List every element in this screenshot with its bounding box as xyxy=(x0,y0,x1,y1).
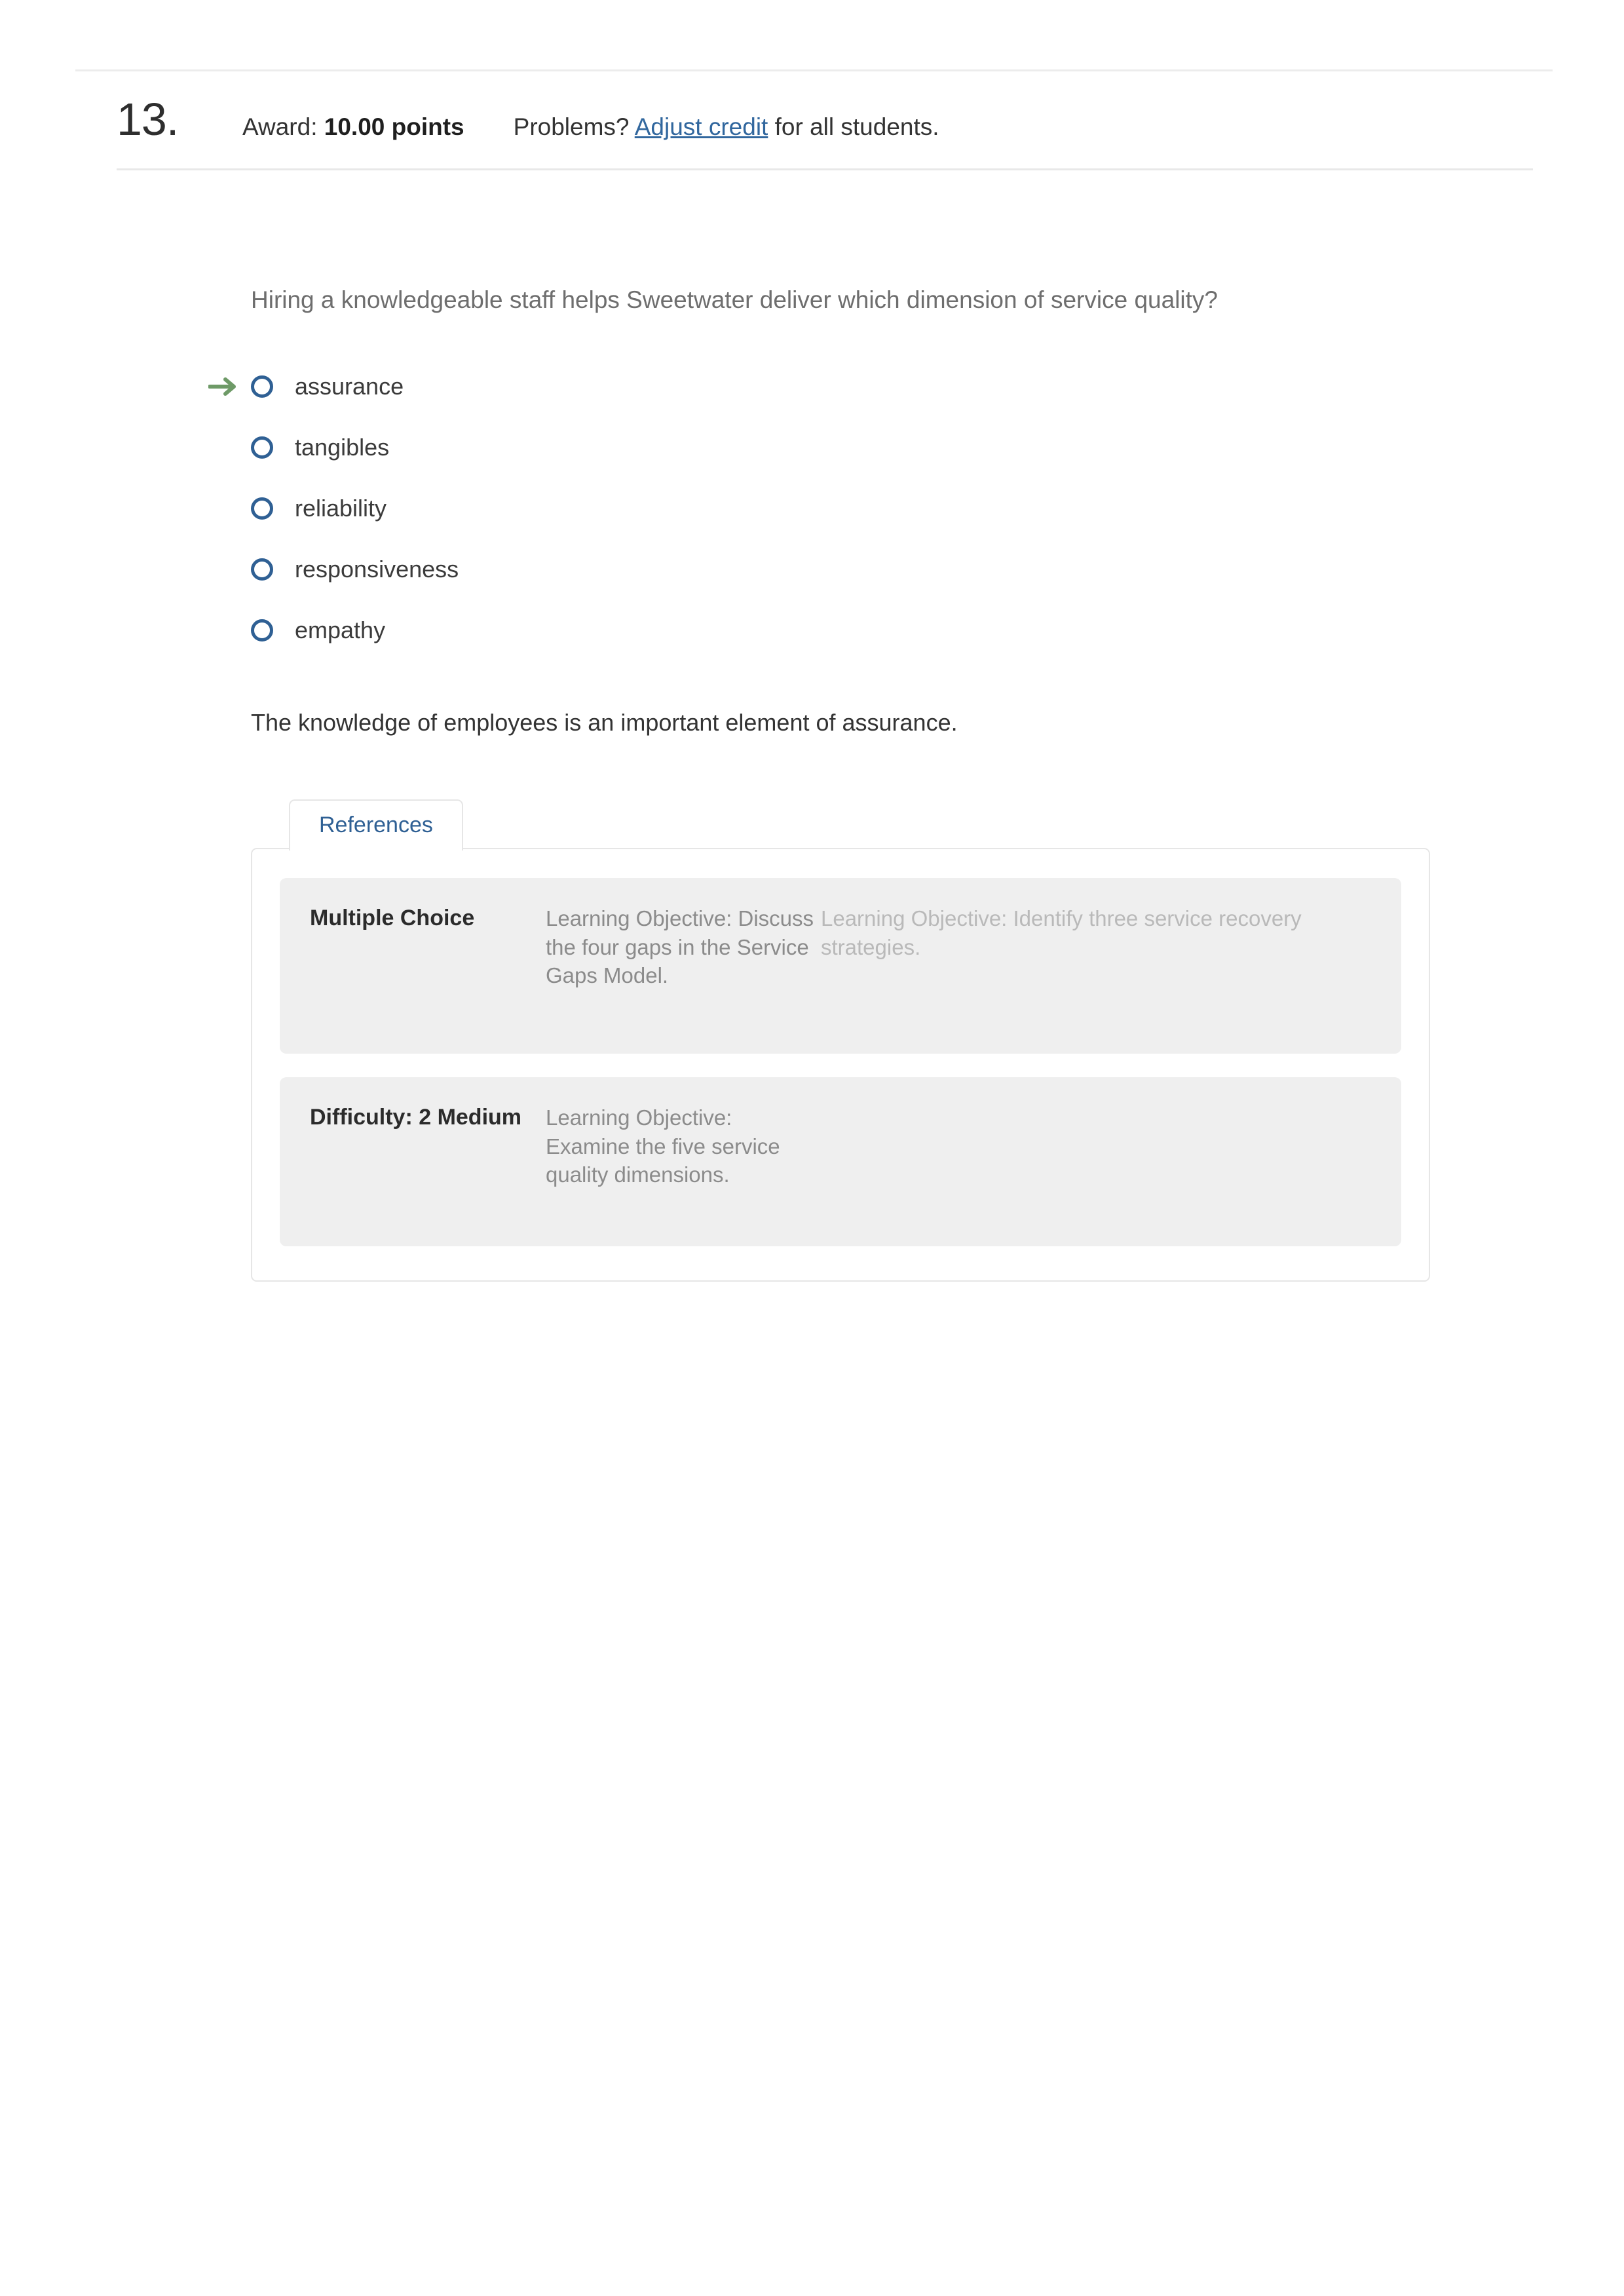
reference-objective-primary: Learning Objective: Discuss the four gap… xyxy=(546,906,814,988)
question-body: Hiring a knowledgeable staff helps Sweet… xyxy=(208,282,1496,736)
correct-answer-arrow-icon xyxy=(208,375,238,398)
choice-label[interactable]: reliability xyxy=(295,497,387,520)
references-section: References Multiple Choice Learning Obje… xyxy=(251,799,1430,1282)
question-stem: Hiring a knowledgeable staff helps Sweet… xyxy=(251,286,1218,313)
choice-label[interactable]: responsiveness xyxy=(295,558,459,581)
radio-button-reliability[interactable] xyxy=(251,497,273,520)
choice-label[interactable]: empathy xyxy=(295,619,385,642)
radio-button-tangibles[interactable] xyxy=(251,436,273,459)
reference-objective-secondary xyxy=(821,1103,1371,1212)
answer-explanation: The knowledge of employees is an importa… xyxy=(251,709,958,736)
reference-row: Multiple Choice Learning Objective: Disc… xyxy=(280,878,1401,1054)
radio-button-empathy[interactable] xyxy=(251,619,273,641)
choice-row[interactable]: reliability xyxy=(251,478,1496,539)
choice-row[interactable]: assurance xyxy=(208,356,1496,417)
award-block: Award: 10.00 points xyxy=(242,113,464,141)
radio-button-responsiveness[interactable] xyxy=(251,558,273,581)
choice-label[interactable]: assurance xyxy=(295,375,404,398)
choice-row[interactable]: responsiveness xyxy=(251,539,1496,600)
tab-references[interactable]: References xyxy=(289,799,463,851)
choice-row[interactable]: tangibles xyxy=(251,417,1496,478)
references-panel: Multiple Choice Learning Objective: Disc… xyxy=(251,848,1430,1282)
radio-button-assurance[interactable] xyxy=(251,375,273,398)
reference-row: Difficulty: 2 Medium Learning Objective:… xyxy=(280,1077,1401,1246)
award-label: Award: xyxy=(242,113,318,140)
reference-objective-secondary: Learning Objective: Identify three servi… xyxy=(821,906,1302,959)
reference-type: Multiple Choice xyxy=(310,906,475,930)
choice-row[interactable]: empathy xyxy=(251,600,1496,661)
problems-label: Problems? xyxy=(513,113,630,140)
problems-suffix: for all students. xyxy=(774,113,939,140)
problems-block: Problems? Adjust credit for all students… xyxy=(514,113,939,141)
tab-strip: References xyxy=(251,799,1430,851)
adjust-credit-link[interactable]: Adjust credit xyxy=(635,113,768,140)
reference-objective-primary: Learning Objective: Examine the five ser… xyxy=(546,1105,780,1187)
choice-label[interactable]: tangibles xyxy=(295,436,389,459)
question-header-inner: 13. Award: 10.00 points Problems? Adjust… xyxy=(117,71,1533,170)
award-value: 10.00 points xyxy=(324,113,464,140)
choice-list: assurance tangibles reliability responsi… xyxy=(208,356,1496,661)
reference-difficulty: Difficulty: 2 Medium xyxy=(310,1105,522,1130)
question-header: 13. Award: 10.00 points Problems? Adjust… xyxy=(75,69,1553,170)
question-number: 13. xyxy=(117,94,179,145)
